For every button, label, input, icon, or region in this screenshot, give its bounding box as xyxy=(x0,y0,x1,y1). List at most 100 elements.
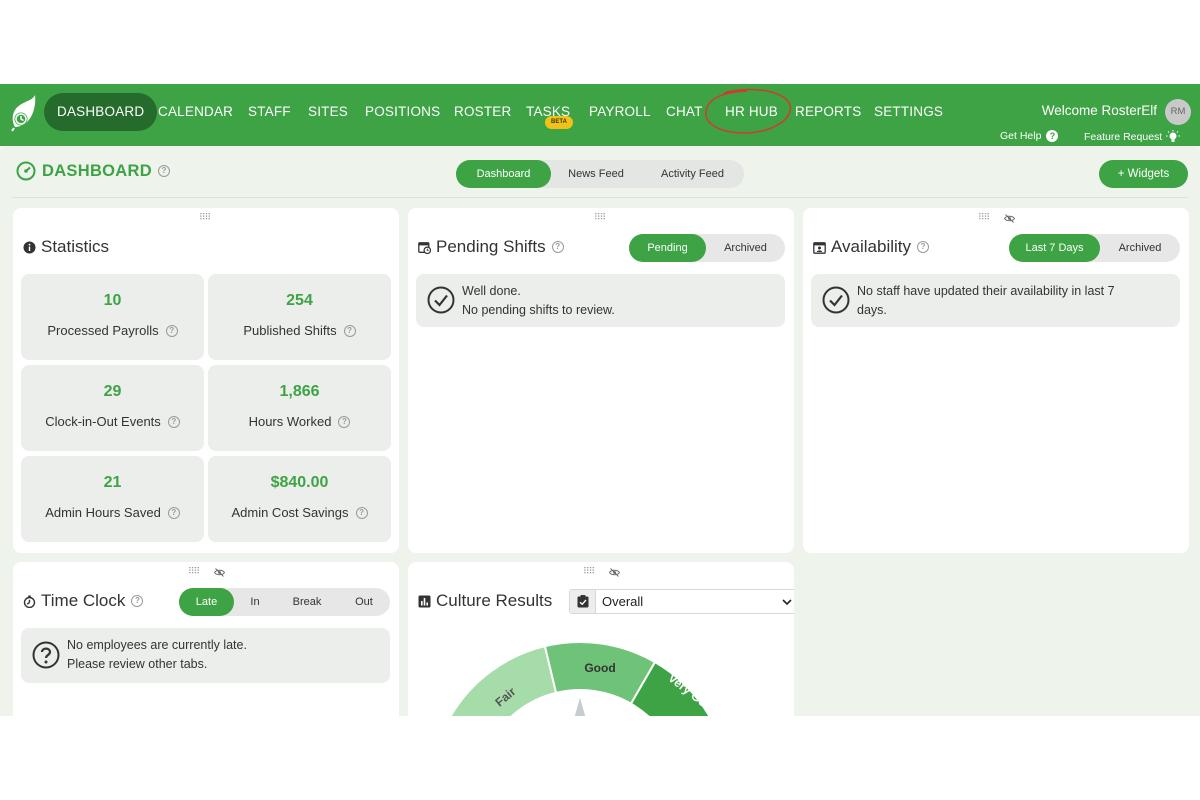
lightbulb-icon xyxy=(1166,130,1181,142)
feature-request-label: Feature Request xyxy=(1084,131,1163,143)
nav-payroll[interactable]: PAYROLL xyxy=(589,93,651,131)
availability-message: No staff have updated their availability… xyxy=(811,274,1180,327)
tab-news-feed[interactable]: News Feed xyxy=(551,160,641,188)
stat-value: 10 xyxy=(103,292,122,309)
drag-handle-icon[interactable]: ⠿⠿ xyxy=(188,566,200,577)
beta-badge: BETA xyxy=(545,116,573,129)
culture-results-card: ⠿⠿ Culture Results Overall Fair Good Ver… xyxy=(408,562,794,716)
tab-pending[interactable]: Pending xyxy=(629,234,706,262)
help-circle-icon[interactable]: ? xyxy=(157,165,170,177)
gauge-label-good: Good xyxy=(584,661,615,675)
eye-off-icon[interactable] xyxy=(214,568,225,577)
message-line: Please review other tabs. xyxy=(67,657,208,671)
help-circle-icon[interactable]: ? xyxy=(167,506,180,519)
feature-request-link[interactable]: Feature Request xyxy=(1084,130,1181,144)
culture-gauge: Fair Good Very Good xyxy=(449,641,721,716)
statistics-title-text: Statistics xyxy=(41,237,110,256)
stat-value: 29 xyxy=(103,383,122,400)
avatar[interactable]: RM xyxy=(1165,99,1191,125)
stat-hours-worked: 1,866 Hours Worked? xyxy=(208,365,391,451)
top-navigation-bar: DASHBOARD CALENDAR STAFF SITES POSITIONS… xyxy=(0,84,1200,146)
tab-break[interactable]: Break xyxy=(276,588,338,616)
nav-dashboard[interactable]: DASHBOARD xyxy=(44,93,158,131)
stat-label: Hours Worked xyxy=(248,414,332,429)
drag-handle-icon[interactable]: ⠿⠿ xyxy=(978,212,990,223)
tab-out[interactable]: Out xyxy=(338,588,390,616)
availability-title: Availability ? xyxy=(813,237,930,257)
tab-archived[interactable]: Archived xyxy=(1100,234,1180,262)
stat-value: 21 xyxy=(103,474,122,491)
stat-value: 254 xyxy=(286,292,313,309)
message-line: Well done. xyxy=(462,284,521,298)
stat-published-shifts: 254 Published Shifts? xyxy=(208,274,391,360)
tab-late[interactable]: Late xyxy=(179,588,234,616)
tab-in[interactable]: In xyxy=(234,588,276,616)
time-clock-message: No employees are currently late. Please … xyxy=(21,628,390,683)
calendar-person-icon xyxy=(813,241,826,254)
nav-chat[interactable]: CHAT xyxy=(666,93,703,131)
nav-reports[interactable]: REPORTS xyxy=(795,93,861,131)
tab-archived[interactable]: Archived xyxy=(706,234,785,262)
pending-shifts-card: ⠿⠿ Pending Shifts ? Pending Archived Wel… xyxy=(408,208,794,553)
nav-settings[interactable]: SETTINGS xyxy=(874,93,943,131)
nav-staff[interactable]: STAFF xyxy=(248,93,291,131)
time-clock-card: ⠿⠿ Time Clock ? Late In Break Out No emp… xyxy=(13,562,399,716)
availability-card: ⠿⠿ Availability ? Last 7 Days Archived N… xyxy=(803,208,1189,553)
calendar-clock-icon xyxy=(418,241,431,254)
message-line: No staff have updated their availability… xyxy=(857,284,1115,298)
help-circle-icon[interactable]: ? xyxy=(338,415,351,428)
rosterelf-logo-icon[interactable] xyxy=(9,94,37,132)
question-circle-icon xyxy=(32,641,60,669)
stat-label: Clock-in-Out Events xyxy=(45,414,161,429)
tab-dashboard[interactable]: Dashboard xyxy=(456,160,551,188)
app-window: DASHBOARD CALENDAR STAFF SITES POSITIONS… xyxy=(0,84,1200,716)
welcome-text: Welcome RosterElf xyxy=(1041,103,1157,118)
message-line: No employees are currently late. xyxy=(67,638,247,652)
stat-label: Published Shifts xyxy=(243,323,337,338)
help-circle-icon[interactable]: ? xyxy=(343,324,356,337)
stat-admin-cost-savings: $840.00 Admin Cost Savings? xyxy=(208,456,391,542)
stat-value: 1,866 xyxy=(279,383,320,400)
nav-sites[interactable]: SITES xyxy=(308,93,348,131)
help-circle-icon[interactable]: ? xyxy=(551,241,564,253)
check-circle-icon xyxy=(822,286,850,314)
drag-handle-icon[interactable]: ⠿⠿ xyxy=(594,212,606,223)
stat-label: Admin Hours Saved xyxy=(45,505,161,520)
help-icon: ? xyxy=(1046,130,1059,142)
time-clock-title-text: Time Clock xyxy=(41,591,126,610)
eye-off-icon[interactable] xyxy=(1004,214,1015,223)
help-circle-icon[interactable]: ? xyxy=(165,324,178,337)
message-line: No pending shifts to review. xyxy=(462,303,615,317)
help-circle-icon[interactable]: ? xyxy=(167,415,180,428)
header-divider xyxy=(12,197,1188,198)
help-circle-icon[interactable]: ? xyxy=(917,241,930,253)
nav-calendar[interactable]: CALENDAR xyxy=(158,93,233,131)
get-help-link[interactable]: Get Help ? xyxy=(1000,130,1059,142)
availability-title-text: Availability xyxy=(831,237,912,256)
nav-positions[interactable]: POSITIONS xyxy=(365,93,440,131)
page-title-text: DASHBOARD xyxy=(42,161,152,180)
nav-roster[interactable]: ROSTER xyxy=(454,93,511,131)
pending-shifts-tabs: Pending Archived xyxy=(629,234,785,262)
stat-label: Processed Payrolls xyxy=(47,323,159,338)
speedometer-icon xyxy=(16,161,36,181)
stat-processed-payrolls: 10 Processed Payrolls? xyxy=(21,274,204,360)
dashboard-main: DASHBOARD ? Dashboard News Feed Activity… xyxy=(0,146,1200,716)
message-line: days. xyxy=(857,303,887,317)
stat-value: $840.00 xyxy=(270,474,329,491)
help-circle-icon[interactable]: ? xyxy=(131,595,144,607)
add-widgets-button[interactable]: + Widgets xyxy=(1099,160,1188,188)
check-circle-icon xyxy=(427,286,455,314)
statistics-card: ⠿⠿ Statistics 10 Processed Payrolls? 254… xyxy=(13,208,399,553)
stopwatch-icon xyxy=(23,595,36,608)
tab-last-7-days[interactable]: Last 7 Days xyxy=(1009,234,1100,262)
time-clock-title: Time Clock ? xyxy=(23,591,144,611)
get-help-label: Get Help xyxy=(1000,130,1042,142)
pending-shifts-title-text: Pending Shifts xyxy=(436,237,546,256)
tab-activity-feed[interactable]: Activity Feed xyxy=(641,160,744,188)
drag-handle-icon[interactable]: ⠿⠿ xyxy=(199,212,211,223)
gauge-needle xyxy=(574,698,586,716)
help-circle-icon[interactable]: ? xyxy=(355,506,368,519)
page-title: DASHBOARD ? xyxy=(16,161,170,181)
availability-tabs: Last 7 Days Archived xyxy=(1009,234,1180,262)
